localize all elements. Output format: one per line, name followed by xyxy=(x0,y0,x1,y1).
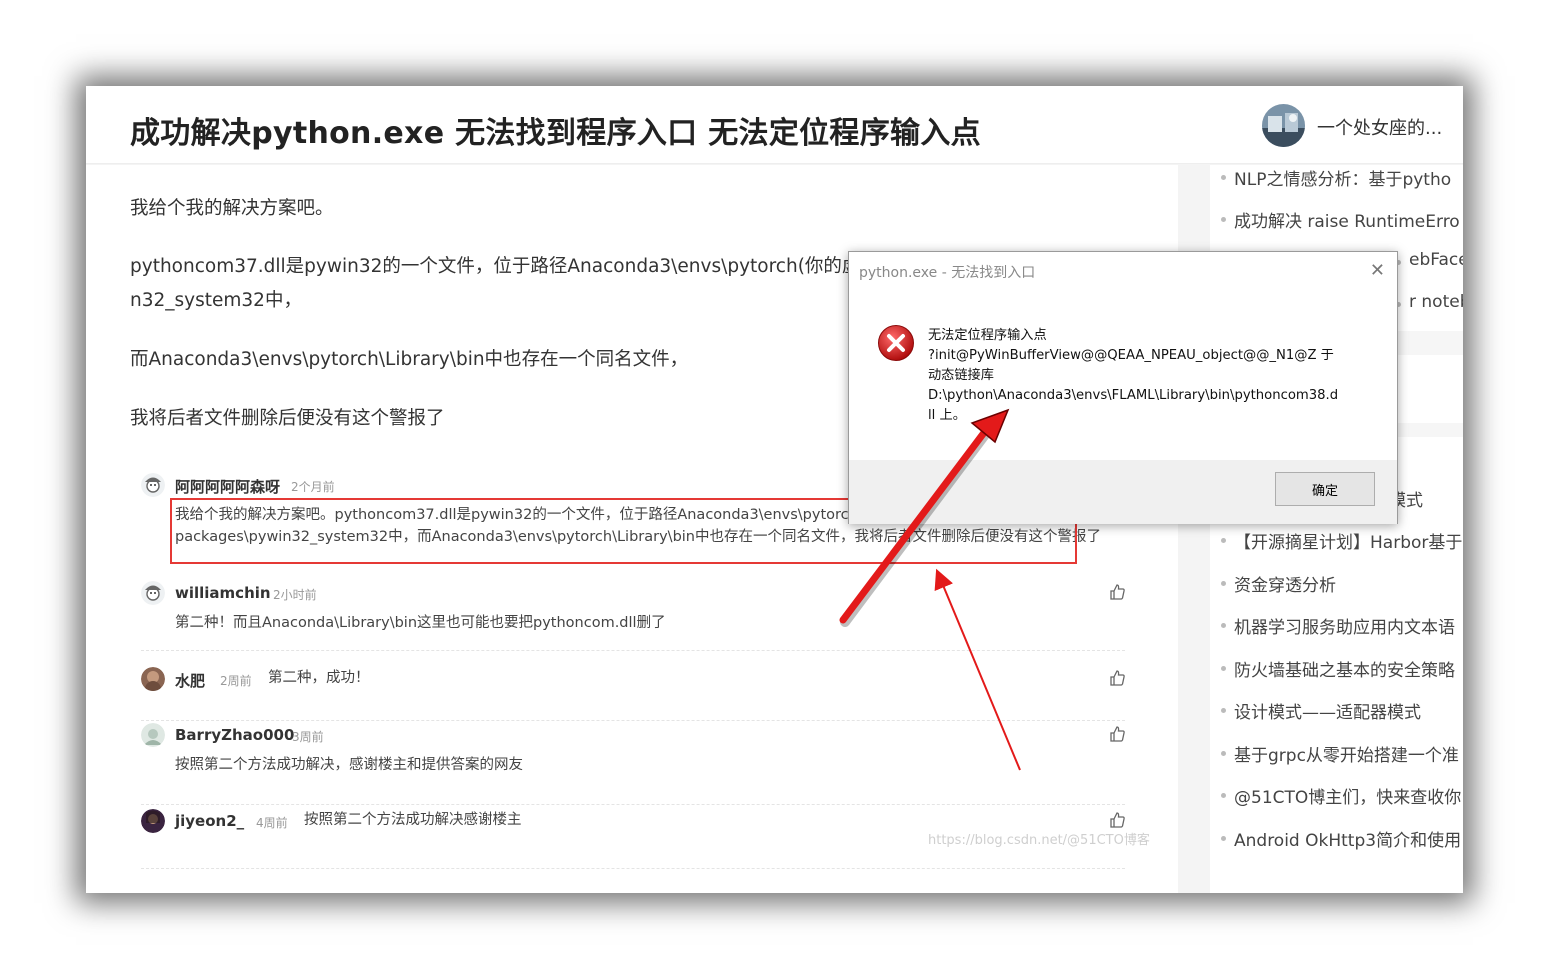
sidebar-item[interactable]: 基于grpc从零开始搭建一个准 xyxy=(1221,741,1459,766)
article-paragraph: n32_system32中， xyxy=(130,290,302,311)
commenter-avatar[interactable] xyxy=(141,723,165,747)
commenter-name[interactable]: jiyeon2_ xyxy=(175,812,244,830)
commenter-avatar[interactable] xyxy=(141,667,165,691)
dialog-message: 无法定位程序输入点 ?init@PyWinBufferView@@QEAA_NP… xyxy=(928,326,1338,426)
sidebar-item[interactable]: NLP之情感分析：基于pytho xyxy=(1220,165,1451,190)
comment-text: 按照第二个方法成功解决感谢楼主 xyxy=(304,812,522,828)
commenter-avatar[interactable] xyxy=(141,581,165,605)
comment-text: 第二种，成功！ xyxy=(268,670,370,686)
comment-time: 2个月前 xyxy=(291,480,335,494)
commenter-name[interactable]: BarryZhao000 xyxy=(175,726,294,744)
commenter-avatar[interactable] xyxy=(141,809,165,833)
sidebar-item[interactable]: 【开源摘星计划】Harbor基于 xyxy=(1220,528,1462,553)
comment-time: 4周前 xyxy=(256,816,288,830)
sidebar-item[interactable]: 机器学习服务助应用内文本语 xyxy=(1221,613,1455,638)
comment-item: williamchin 2小时前 第二种！而且Anaconda\Library\… xyxy=(141,579,1125,651)
dialog-message-line: 动态链接库 xyxy=(928,368,994,383)
thumbs-up-icon[interactable] xyxy=(1109,670,1125,686)
dialog-message-line: ll 上。 xyxy=(928,408,966,423)
sidebar-item[interactable]: @51CTO博主们，快来查收你 xyxy=(1220,783,1461,808)
dialog-footer: 确定 xyxy=(849,460,1397,524)
ok-button[interactable]: 确定 xyxy=(1275,472,1375,506)
dialog-title: python.exe - 无法找到入口 xyxy=(859,265,1036,281)
sidebar-item[interactable]: 设计模式——适配器模式 xyxy=(1221,698,1421,723)
dialog-message-line: D:\python\Anaconda3\envs\FLAML\Library\b… xyxy=(928,388,1339,403)
thumbs-up-icon[interactable] xyxy=(1109,726,1125,742)
comment-item: 水肥 2周前 第二种，成功！ xyxy=(141,665,1125,721)
error-dialog: python.exe - 无法找到入口 ✕ 无法定位程序输入点 ?init@Py… xyxy=(848,251,1398,524)
comment-item: BarryZhao000 3周前 按照第二个方法成功解决，感谢楼主和提供答案的网… xyxy=(141,721,1125,805)
thumbs-up-icon[interactable] xyxy=(1109,812,1125,828)
dialog-message-line: 无法定位程序输入点 xyxy=(928,328,1047,343)
commenter-name[interactable]: 阿阿阿阿阿森呀 xyxy=(175,476,280,497)
page-header: 成功解决python.exe 无法找到程序入口 无法定位程序输入点 一个处女座的… xyxy=(86,86,1463,164)
author-name[interactable]: 一个处女座的... xyxy=(1317,114,1442,140)
comment-time: 2小时前 xyxy=(273,588,317,602)
sidebar-item[interactable]: 成功解决 raise RuntimeErro xyxy=(1221,207,1460,232)
comment-text: 按照第二个方法成功解决，感谢楼主和提供答案的网友 xyxy=(175,757,523,773)
page-title: 成功解决python.exe 无法找到程序入口 无法定位程序输入点 xyxy=(130,116,981,151)
close-icon[interactable]: ✕ xyxy=(1370,260,1385,281)
commenter-name[interactable]: 水肥 xyxy=(175,670,205,691)
sidebar-item[interactable]: 防火墙基础之基本的安全策略 xyxy=(1221,656,1455,681)
article-paragraph: 我给个我的解决方案吧。 xyxy=(130,198,334,219)
dialog-message-line: ?init@PyWinBufferView@@QEAA_NPEAU_object… xyxy=(928,348,1334,363)
author-avatar[interactable] xyxy=(1262,104,1305,147)
article-paragraph: 而Anaconda3\envs\pytorch\Library\bin中也存在一… xyxy=(130,349,689,370)
comment-time: 3周前 xyxy=(292,730,324,744)
sidebar-item[interactable]: r notebo xyxy=(1396,292,1463,312)
sidebar-item[interactable]: Android OkHttp3简介和使用 xyxy=(1220,826,1461,851)
comment-text: 第二种！而且Anaconda\Library\bin这里也可能也要把python… xyxy=(175,615,666,631)
sidebar-item[interactable]: ebFace xyxy=(1396,250,1463,270)
thumbs-up-icon[interactable] xyxy=(1109,584,1125,600)
article-paragraph: pythoncom37.dll是pywin32的一个文件，位于路径Anacond… xyxy=(130,256,861,277)
sidebar-item[interactable]: 资金穿透分析 xyxy=(1221,571,1336,596)
commenter-name[interactable]: williamchin xyxy=(175,584,271,602)
error-icon xyxy=(878,325,914,361)
comment-time: 2周前 xyxy=(220,674,252,688)
watermark: https://blog.csdn.net/@51CTO博客 xyxy=(928,833,1150,848)
commenter-avatar[interactable] xyxy=(141,473,165,497)
article-paragraph: 我将后者文件删除后便没有这个警报了 xyxy=(130,408,445,429)
